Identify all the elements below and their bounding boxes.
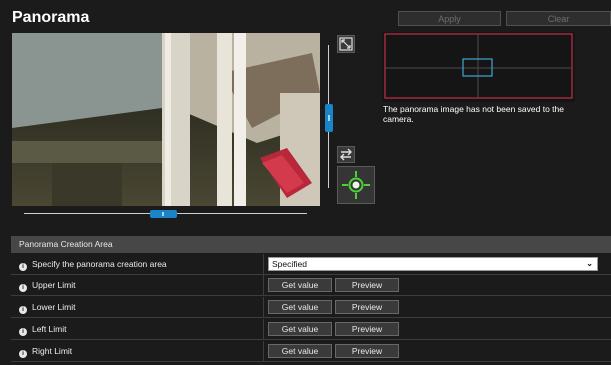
apply-button[interactable]: Apply [398,11,501,26]
center-button[interactable] [337,166,375,204]
page-title: Panorama [12,9,90,26]
row-lower-limit: i Lower Limit Get value Preview [11,297,611,318]
row-label: i Upper Limit [19,275,75,295]
upper-preview-button[interactable]: Preview [335,278,399,292]
section-header: Panorama Creation Area [11,236,611,253]
fit-icon [339,37,353,51]
swap-arrows-icon [340,148,352,161]
swap-button[interactable] [337,146,355,163]
tilt-slider-thumb[interactable] [325,104,333,132]
row-creation-area: i Specify the panorama creation area Spec… [11,254,611,275]
panorama-frame [384,33,573,99]
camera-live-view[interactable] [12,33,320,206]
panorama-preview[interactable] [382,32,575,102]
panorama-status-message: The panorama image has not been saved to… [383,104,564,124]
info-icon: i [19,328,27,336]
row-label: i Right Limit [19,341,72,361]
row-left-limit: i Left Limit Get value Preview [11,319,611,340]
left-get-value-button[interactable]: Get value [268,322,332,336]
info-icon: i [19,284,27,292]
row-label: i Left Limit [19,319,67,339]
row-upper-limit: i Upper Limit Get value Preview [11,275,611,296]
upper-get-value-button[interactable]: Get value [268,278,332,292]
lower-preview-button[interactable]: Preview [335,300,399,314]
lower-get-value-button[interactable]: Get value [268,300,332,314]
chevron-down-icon: ⌄ [586,259,593,268]
row-label: i Specify the panorama creation area [19,254,167,274]
pan-slider-thumb[interactable] [150,210,177,218]
camera-image [12,33,320,206]
info-icon: i [19,306,27,314]
row-label: i Lower Limit [19,297,75,317]
right-get-value-button[interactable]: Get value [268,344,332,358]
left-preview-button[interactable]: Preview [335,322,399,336]
creation-area-select[interactable]: Specified ⌄ [268,257,598,271]
crosshair-icon [342,171,370,199]
row-right-limit: i Right Limit Get value Preview [11,341,611,362]
fit-button[interactable] [337,35,355,53]
info-icon: i [19,263,27,271]
info-icon: i [19,350,27,358]
right-preview-button[interactable]: Preview [335,344,399,358]
clear-button[interactable]: Clear [506,11,611,26]
